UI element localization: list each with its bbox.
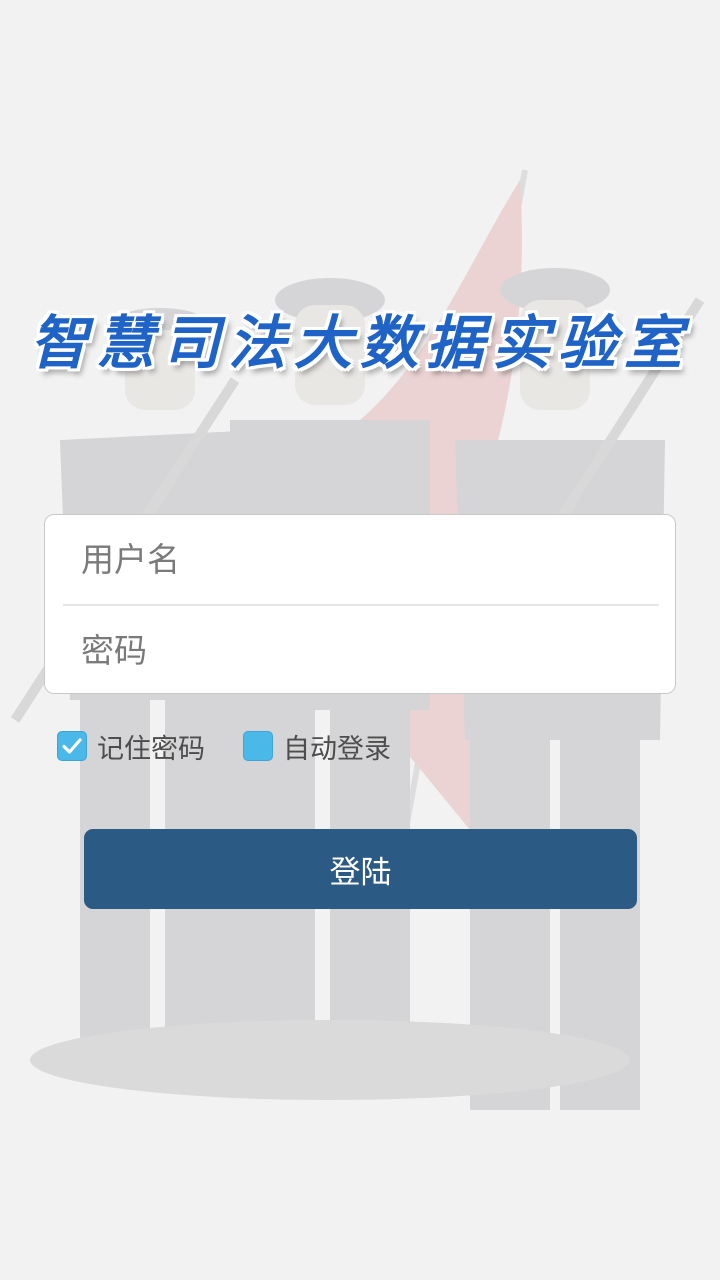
auto-login-label: 自动登录	[283, 733, 391, 765]
password-field-container	[45, 606, 675, 695]
check-icon	[62, 738, 82, 754]
remember-password-option[interactable]: 记住密码	[57, 730, 205, 765]
login-card	[44, 514, 676, 694]
auto-login-option[interactable]: 自动登录	[243, 730, 391, 765]
remember-password-label: 记住密码	[97, 733, 205, 765]
username-input[interactable]	[79, 539, 675, 580]
app-title: 智慧司法大数据实验室	[29, 309, 690, 377]
login-button[interactable]: 登陆	[84, 829, 637, 909]
username-field-container	[45, 515, 675, 604]
auto-login-checkbox[interactable]	[243, 731, 273, 761]
remember-password-checkbox[interactable]	[57, 731, 87, 761]
password-input[interactable]	[79, 630, 675, 671]
